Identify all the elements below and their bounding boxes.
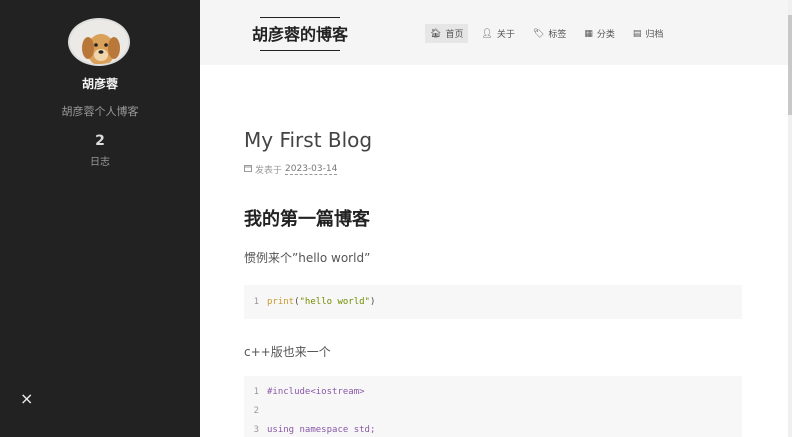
code-line: 1 print("hello world") <box>244 285 742 319</box>
nav-categories[interactable]: ▦ 分类 <box>579 24 620 43</box>
main-nav: 🏠︎ 首页 👤︎ 关于 🏷︎ 标签 ▦ 分类 ▤ 归档 <box>425 24 668 43</box>
site-description: 胡彦蓉个人博客 <box>61 105 139 118</box>
posts-count[interactable]: 2 <box>0 133 200 149</box>
nav-label: 标签 <box>548 30 567 40</box>
code-paren: ) <box>369 297 376 307</box>
nav-archives[interactable]: ▤ 归档 <box>628 24 669 43</box>
page-scrollbar[interactable] <box>788 0 792 437</box>
nav-label: 关于 <box>496 30 515 40</box>
nav-label: 首页 <box>445 30 464 40</box>
sidebar: 胡彦蓉 胡彦蓉个人博客 2 日志 × <box>0 0 200 437</box>
nav-label: 分类 <box>596 30 615 40</box>
post-content: My First Blog 发表于 2023-03-14 我的第一篇博客 惯例来… <box>200 65 788 437</box>
post-meta: 发表于 2023-03-14 <box>244 163 338 176</box>
posts-label[interactable]: 日志 <box>0 153 200 168</box>
line-number: 1 <box>253 386 259 397</box>
code-text: #include<iostream> <box>267 386 365 397</box>
code-block: 1 print("hello world") <box>244 285 742 319</box>
nav-home[interactable]: 🏠︎ 首页 <box>425 24 469 43</box>
tag-icon: 🏷︎ <box>532 28 545 39</box>
line-number: 2 <box>253 405 259 416</box>
code-function: print <box>267 297 295 307</box>
meta-prefix: 发表于 <box>255 166 283 176</box>
user-icon: 👤︎ <box>481 28 493 39</box>
calendar-icon <box>244 164 252 175</box>
line-number: 3 <box>253 424 259 435</box>
archive-icon: ▤ <box>632 28 642 39</box>
post-heading: 我的第一篇博客 <box>244 209 370 230</box>
scrollbar-thumb[interactable] <box>788 15 792 115</box>
code-line: 3 using namespace std; <box>244 420 742 437</box>
post-title[interactable]: My First Blog <box>244 128 372 152</box>
site-header: 胡彦蓉的博客 🏠︎ 首页 👤︎ 关于 🏷︎ 标签 ▦ 分类 ▤ 归档 <box>200 0 792 65</box>
code-line: 1 #include<iostream> <box>244 382 742 401</box>
code-string: "hello world" <box>299 297 370 307</box>
nav-tags[interactable]: 🏷︎ 标签 <box>528 24 571 43</box>
paragraph: 惯例来个”hello world” <box>244 251 371 265</box>
avatar[interactable] <box>68 18 130 66</box>
nav-about[interactable]: 👤︎ 关于 <box>476 24 519 43</box>
post-date[interactable]: 2023-03-14 <box>285 164 338 175</box>
code-text: using namespace std; <box>267 424 376 435</box>
line-number: 1 <box>253 297 259 307</box>
home-icon: 🏠︎ <box>430 28 442 39</box>
code-block: 1 #include<iostream> 2 3 using namespace… <box>244 376 742 437</box>
paragraph: c++版也来一个 <box>244 345 331 359</box>
grid-icon: ▦ <box>584 28 593 39</box>
site-brand[interactable]: 胡彦蓉的博客 <box>250 17 350 51</box>
close-sidebar-icon[interactable]: × <box>20 389 33 408</box>
nav-label: 归档 <box>645 30 664 40</box>
author-name: 胡彦蓉 <box>81 77 118 91</box>
code-line: 2 <box>244 401 742 420</box>
